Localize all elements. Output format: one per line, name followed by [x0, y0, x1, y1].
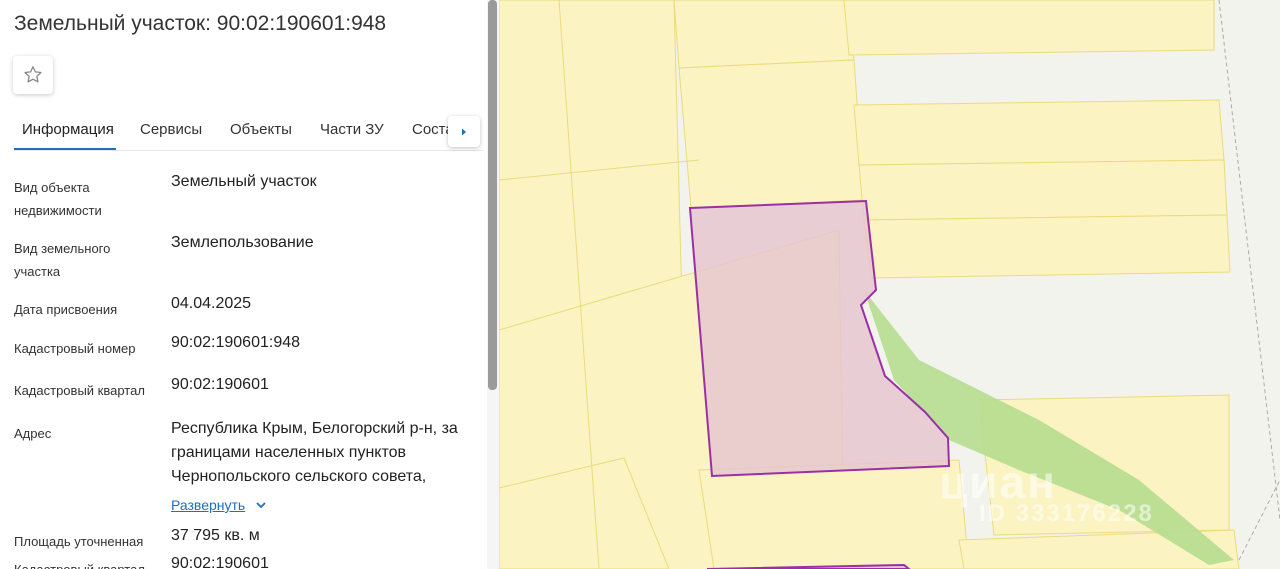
tab-information[interactable]: Информация	[22, 121, 114, 138]
info-panel: Земельный участок: 90:02:190601:948 Инфо…	[0, 0, 487, 569]
detail-label: Дата присвоения	[14, 302, 118, 317]
star-outline-icon	[24, 66, 42, 83]
detail-label: Адрес	[14, 426, 52, 441]
active-tab-indicator	[14, 148, 116, 150]
expand-address-link[interactable]: Развернуть	[171, 493, 267, 517]
detail-label: Кадастровый номер	[14, 341, 136, 356]
scrollbar-thumb[interactable]	[488, 0, 497, 390]
cadastral-map[interactable]: циан ID 333176228	[499, 0, 1280, 569]
detail-value: 90:02:190601	[171, 376, 269, 393]
tab-services[interactable]: Сервисы	[140, 121, 202, 138]
detail-value: 90:02:190601	[171, 555, 269, 569]
address-text: Республика Крым, Белогорский р-н, за гра…	[171, 420, 458, 485]
tab-parts[interactable]: Части ЗУ	[320, 121, 384, 138]
page-title: Земельный участок: 90:02:190601:948	[14, 12, 387, 35]
tabs-next-button[interactable]	[448, 116, 480, 147]
listing-id-watermark: ID 333176228	[979, 500, 1154, 527]
map-canvas	[499, 0, 1280, 569]
favorite-button[interactable]	[13, 56, 53, 94]
detail-label: Вид земельного участка	[14, 241, 111, 279]
detail-value: 04.04.2025	[171, 295, 252, 312]
expand-label: Развернуть	[171, 497, 246, 513]
detail-value: Землепользование	[171, 234, 314, 251]
chevron-down-icon	[256, 502, 266, 509]
address-value: Республика Крым, Белогорский р-н, за гра…	[171, 417, 471, 518]
tab-bar: Информация Сервисы Объекты Части ЗУ Сост…	[14, 108, 484, 151]
detail-label: Кадастровый квартал	[14, 383, 145, 398]
detail-label: Вид объекта недвижимости	[14, 180, 102, 218]
detail-label: Кадастровый квартал	[14, 558, 154, 569]
detail-value: Земельный участок	[171, 173, 317, 190]
detail-label: Площадь уточненная	[14, 534, 144, 549]
detail-value: 90:02:190601:948	[171, 334, 301, 351]
tab-objects[interactable]: Объекты	[230, 121, 292, 138]
detail-value: 37 795 кв. м	[171, 527, 260, 544]
panel-scrollbar[interactable]	[487, 0, 499, 569]
chevron-right-icon	[462, 128, 466, 135]
